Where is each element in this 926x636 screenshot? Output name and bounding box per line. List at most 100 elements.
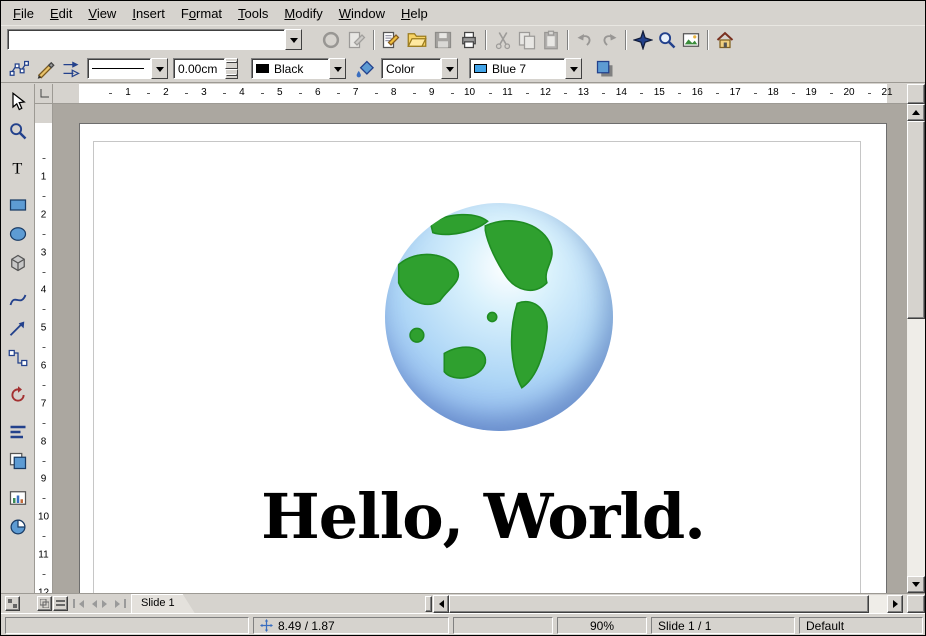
alignment-tool[interactable] (5, 419, 31, 445)
last-icon (124, 599, 126, 608)
connector-icon (8, 348, 28, 368)
new-document-icon (381, 30, 401, 50)
stop-button[interactable] (319, 28, 343, 52)
toolbar-separator (485, 30, 487, 50)
layer-view-button[interactable] (5, 596, 20, 611)
chevron-up-icon (226, 61, 237, 63)
url-input[interactable] (7, 29, 285, 50)
horizontal-scrollbar[interactable] (433, 595, 903, 613)
edit-file-button[interactable] (345, 28, 369, 52)
slide-tab[interactable]: Slide 1 (131, 594, 195, 613)
first-slide-button[interactable] (71, 596, 85, 611)
h-ruler-number: 17 (730, 87, 741, 98)
effects-tool[interactable] (5, 514, 31, 540)
line-width-field[interactable]: 0.00cm (173, 58, 225, 79)
slide-title-text[interactable]: Hello, World. (80, 480, 886, 553)
scroll-up-button[interactable] (907, 104, 925, 121)
scrollbar-filler-button[interactable] (907, 84, 925, 104)
fill-color-field[interactable]: Blue 7 (469, 58, 565, 79)
menu-view[interactable]: View (80, 3, 124, 24)
page-style-field[interactable]: Default (799, 617, 923, 634)
pane-splitter[interactable] (425, 596, 432, 612)
chevron-left-icon (435, 600, 444, 608)
curve-tool[interactable] (5, 287, 31, 313)
menu-help[interactable]: Help (393, 3, 436, 24)
paste-button[interactable] (539, 28, 563, 52)
cube-icon (8, 253, 28, 273)
globe-image[interactable] (385, 203, 613, 431)
menu-edit[interactable]: Edit (42, 3, 80, 24)
shadow-button[interactable] (593, 57, 617, 81)
edit-points-icon (9, 59, 29, 79)
menu-format[interactable]: Format (173, 3, 230, 24)
edit-points-button[interactable] (7, 57, 31, 81)
line-style-field[interactable] (87, 58, 151, 79)
lines-arrows-tool[interactable] (5, 316, 31, 342)
menu-modify[interactable]: Modify (276, 3, 330, 24)
line-style-dropdown-button[interactable] (151, 58, 168, 79)
zoom-field[interactable]: 90% (557, 617, 647, 634)
slide-page[interactable]: Hello, World. (79, 123, 887, 593)
zoom-button[interactable] (655, 28, 679, 52)
fill-color-dropdown-button[interactable] (565, 58, 582, 79)
rotate-tool[interactable] (5, 382, 31, 408)
url-dropdown-button[interactable] (285, 29, 302, 50)
scroll-right-button[interactable] (887, 595, 903, 613)
horizontal-scrollbar-thumb[interactable] (449, 595, 869, 613)
save-button[interactable] (431, 28, 455, 52)
cursor-position-field: 8.49 / 1.87 (253, 617, 449, 634)
text-tool[interactable]: T (5, 155, 31, 181)
last-slide-button[interactable] (113, 596, 127, 611)
menu-window[interactable]: Window (331, 3, 393, 24)
new-button[interactable] (379, 28, 403, 52)
3d-objects-tool[interactable] (5, 250, 31, 276)
fill-style-field[interactable]: Color (381, 58, 441, 79)
line-color-field[interactable]: Black (251, 58, 329, 79)
scroll-left-button[interactable] (433, 595, 449, 613)
next-slide-button[interactable] (99, 596, 113, 611)
insert-tool[interactable] (5, 485, 31, 511)
line-color-dropdown-button[interactable] (329, 58, 346, 79)
ellipse-tool[interactable] (5, 221, 31, 247)
arrange-tool[interactable] (5, 448, 31, 474)
arrow-style-button[interactable] (59, 57, 83, 81)
h-ruler-number: 13 (578, 87, 589, 98)
copy-button[interactable] (515, 28, 539, 52)
open-button[interactable] (405, 28, 429, 52)
home-button[interactable] (713, 28, 737, 52)
vertical-scrollbar[interactable] (907, 84, 925, 593)
h-ruler-number: 9 (429, 87, 435, 98)
line-width-up-button[interactable] (225, 58, 238, 69)
rectangle-tool[interactable] (5, 192, 31, 218)
gallery-button[interactable] (679, 28, 703, 52)
drawing-canvas[interactable]: Hello, World. (53, 104, 907, 593)
line-dialog-button[interactable] (33, 57, 57, 81)
arrange-icon (8, 451, 28, 471)
toolbar-separator (625, 30, 627, 50)
ruler-origin-button[interactable] (35, 84, 53, 104)
h-ruler-number: 20 (843, 87, 854, 98)
redo-button[interactable] (597, 28, 621, 52)
menu-insert[interactable]: Insert (124, 3, 173, 24)
menu-tools[interactable]: Tools (230, 3, 276, 24)
navigator-button[interactable] (631, 28, 655, 52)
scroll-down-button[interactable] (907, 576, 925, 593)
select-tool[interactable] (5, 89, 31, 115)
previous-slide-button[interactable] (85, 596, 99, 611)
line-width-down-button[interactable] (225, 69, 238, 80)
scrollbar-corner-button[interactable] (907, 595, 925, 613)
layer-mode-button[interactable] (53, 596, 68, 611)
cut-button[interactable] (491, 28, 515, 52)
menu-file[interactable]: File (5, 3, 42, 24)
status-bar: 8.49 / 1.87 90% Slide 1 / 1 Default (1, 613, 926, 636)
zoom-tool[interactable] (5, 118, 31, 144)
copy-icon (517, 30, 537, 50)
print-icon (459, 30, 479, 50)
fill-style-dropdown-button[interactable] (441, 58, 458, 79)
vertical-scrollbar-thumb[interactable] (907, 121, 925, 319)
undo-button[interactable] (573, 28, 597, 52)
fill-bucket-button[interactable] (353, 57, 377, 81)
master-view-button[interactable] (37, 596, 52, 611)
connector-tool[interactable] (5, 345, 31, 371)
print-button[interactable] (457, 28, 481, 52)
